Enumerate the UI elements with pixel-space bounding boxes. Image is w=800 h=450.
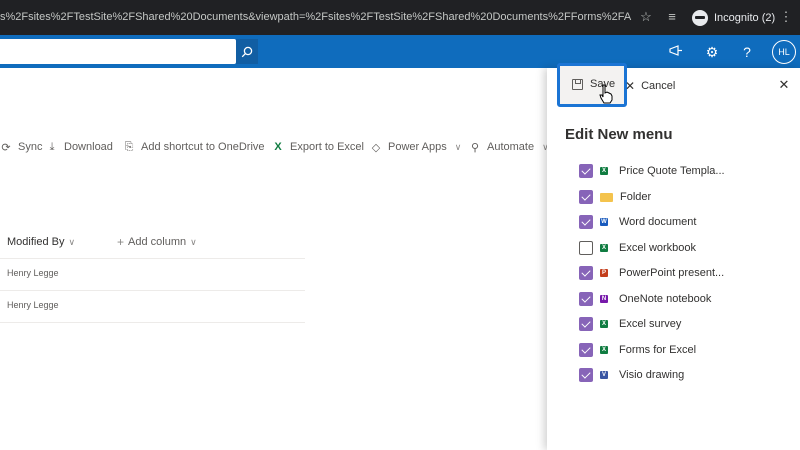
- menu-item-label: Price Quote Templa...: [619, 165, 725, 177]
- search-button[interactable]: [236, 39, 258, 64]
- cancel-button[interactable]: ✕ Cancel: [625, 78, 675, 94]
- address-bar-url[interactable]: s%2Fsites%2FTestSite%2FShared%20Document…: [0, 11, 632, 23]
- menu-item-label: OneNote notebook: [619, 293, 712, 305]
- power-apps-button[interactable]: ◇ Power Apps ∨: [370, 139, 462, 155]
- avatar[interactable]: HL: [772, 40, 796, 64]
- search-icon: [241, 46, 253, 57]
- incognito-label: Incognito (2): [714, 11, 776, 24]
- menu-item[interactable]: Folder: [579, 189, 651, 205]
- menu-item-label: Visio drawing: [619, 369, 685, 381]
- checkbox[interactable]: [579, 343, 593, 357]
- add-shortcut-button[interactable]: ⎘ Add shortcut to OneDrive: [123, 139, 265, 155]
- shortcut-icon: ⎘: [124, 140, 134, 153]
- menu-item[interactable]: V Visio drawing: [579, 367, 684, 383]
- menu-item-label: PowerPoint present...: [619, 267, 725, 279]
- close-icon[interactable]: ✕: [777, 78, 791, 92]
- automate-button[interactable]: ⚲ Automate ∨: [469, 139, 549, 155]
- megaphone-icon[interactable]: [667, 43, 685, 61]
- menu-item[interactable]: N OneNote notebook: [579, 291, 711, 307]
- menu-item-label: Forms for Excel: [619, 344, 697, 356]
- excel-icon: X: [274, 141, 282, 153]
- table-row[interactable]: Henry Legge: [7, 300, 59, 310]
- browser-toolbar: s%2Fsites%2FTestSite%2FShared%20Document…: [0, 0, 800, 35]
- checkbox[interactable]: [579, 292, 593, 306]
- suite-header: ⚙ ?: [0, 35, 800, 68]
- column-header-modified-by[interactable]: Modified By ∨: [7, 235, 75, 249]
- menu-item[interactable]: W Word document: [579, 214, 696, 230]
- export-excel-button[interactable]: X Export to Excel: [272, 139, 364, 155]
- help-icon[interactable]: ?: [738, 43, 756, 61]
- menu-item[interactable]: P PowerPoint present...: [579, 265, 724, 281]
- chevron-down-icon: ∨: [190, 236, 197, 247]
- checkbox[interactable]: [579, 164, 593, 178]
- download-button[interactable]: ⤓ Download: [46, 139, 113, 155]
- hand-cursor-icon: [599, 84, 613, 104]
- onenote-icon: N: [600, 293, 612, 306]
- save-icon: [572, 78, 583, 90]
- incognito-icon: [692, 9, 708, 26]
- chevron-down-icon: ∨: [454, 141, 462, 152]
- divider: [0, 258, 305, 259]
- close-icon: ✕: [625, 79, 636, 93]
- checkbox[interactable]: [579, 190, 593, 204]
- visio-icon: V: [600, 369, 612, 382]
- menu-item-label: Excel survey: [619, 318, 682, 330]
- panel-title: Edit New menu: [565, 126, 673, 143]
- add-column-button[interactable]: + Add column ∨: [117, 235, 197, 249]
- search-input[interactable]: [0, 39, 236, 64]
- plus-icon: +: [117, 235, 125, 249]
- divider: [0, 290, 305, 291]
- menu-item[interactable]: X Price Quote Templa...: [579, 163, 725, 179]
- menu-item[interactable]: X Excel workbook: [579, 240, 696, 256]
- sync-button[interactable]: ⟳ Sync: [0, 139, 42, 155]
- reading-list-icon[interactable]: ≡: [664, 9, 680, 25]
- automate-icon: ⚲: [470, 141, 480, 154]
- save-button[interactable]: Save: [557, 63, 627, 107]
- excel-icon: X: [600, 344, 612, 357]
- folder-icon: [600, 192, 613, 202]
- browser-menu-icon[interactable]: ⋮: [778, 9, 794, 25]
- table-row[interactable]: Henry Legge: [7, 268, 59, 278]
- excel-icon: X: [600, 318, 612, 331]
- screen: s%2Fsites%2FTestSite%2FShared%20Document…: [0, 0, 800, 450]
- excel-icon: X: [600, 165, 612, 178]
- menu-item-label: Folder: [620, 191, 652, 203]
- excel-icon: X: [600, 242, 612, 255]
- checkbox[interactable]: [579, 215, 593, 229]
- incognito-indicator[interactable]: Incognito (2): [688, 6, 781, 29]
- divider: [0, 322, 305, 323]
- download-icon: ⤓: [49, 140, 55, 153]
- menu-item[interactable]: X Forms for Excel: [579, 342, 696, 358]
- bookmark-star-icon[interactable]: ☆: [638, 9, 654, 25]
- checkbox[interactable]: [579, 241, 593, 255]
- gear-icon[interactable]: ⚙: [703, 43, 721, 61]
- chevron-down-icon: ∨: [68, 236, 76, 247]
- menu-item-label: Word document: [619, 216, 697, 228]
- power-apps-icon: ◇: [371, 141, 381, 154]
- checkbox[interactable]: [579, 368, 593, 382]
- sync-icon: ⟳: [1, 141, 11, 154]
- menu-item-label: Excel workbook: [619, 242, 697, 254]
- menu-item[interactable]: X Excel survey: [579, 316, 681, 332]
- checkbox[interactable]: [579, 266, 593, 280]
- powerpoint-icon: P: [600, 267, 612, 280]
- checkbox[interactable]: [579, 317, 593, 331]
- word-icon: W: [600, 216, 612, 229]
